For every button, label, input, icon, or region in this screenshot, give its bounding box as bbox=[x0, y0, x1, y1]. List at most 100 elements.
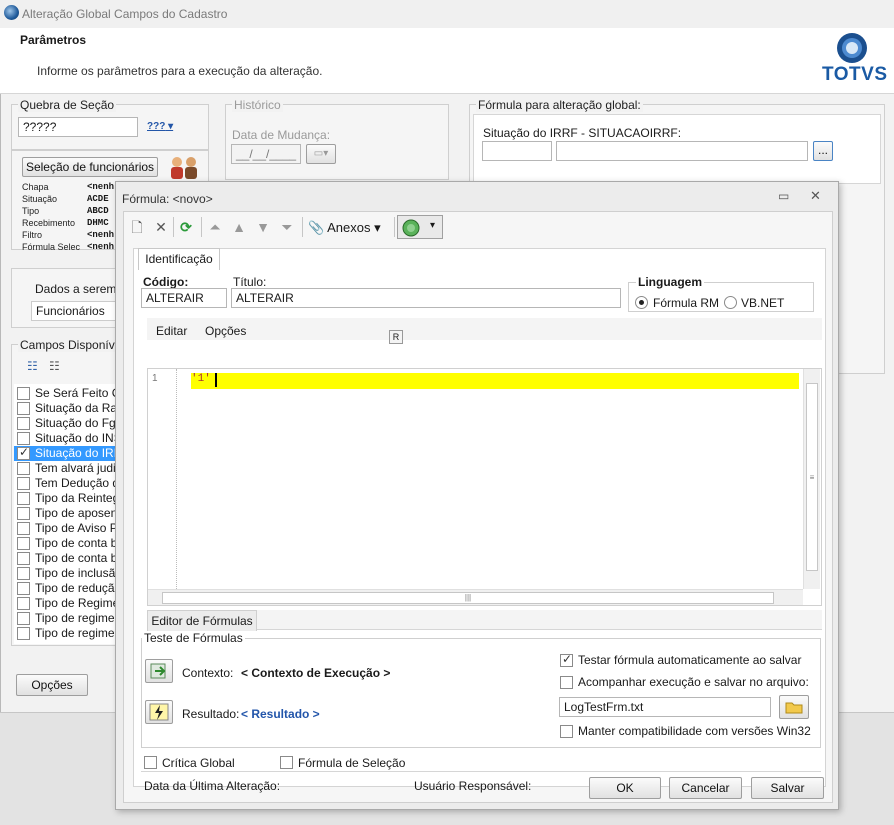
campo-list-item[interactable]: Tipo de conta ba bbox=[14, 536, 118, 551]
selecao-funcionarios-button[interactable]: Seleção de funcionários bbox=[22, 157, 158, 177]
opcoes-button[interactable]: Opções bbox=[16, 674, 88, 696]
campo-checkbox[interactable] bbox=[17, 462, 30, 475]
selecao-row-value: <nenh bbox=[87, 230, 115, 240]
code-editor[interactable]: 1 '1' ≡ ||| bbox=[147, 368, 822, 606]
campo-checkbox[interactable] bbox=[17, 417, 30, 430]
campo-list-item[interactable]: Tipo de regime pr bbox=[14, 611, 118, 626]
tab-identificacao[interactable]: Identificação bbox=[138, 248, 220, 270]
ok-button[interactable]: OK bbox=[589, 777, 661, 799]
quebra-input[interactable]: ????? bbox=[18, 117, 138, 137]
uncheck-all-icon[interactable]: ☷ bbox=[49, 359, 60, 373]
campo-list-item[interactable]: Tem alvará judici bbox=[14, 461, 118, 476]
tab-editor-formulas[interactable]: Editor de Fórmulas bbox=[147, 610, 257, 631]
last-icon[interactable]: ⏷ bbox=[276, 216, 298, 238]
campo-list-item[interactable]: Situação do Fgts bbox=[14, 416, 118, 431]
previous-icon[interactable]: ▲ bbox=[228, 216, 250, 238]
folder-button[interactable] bbox=[779, 695, 809, 719]
calendar-dropdown-button[interactable]: ▭▾ bbox=[306, 144, 336, 164]
campo-label: Tipo de redução bbox=[35, 581, 118, 595]
vertical-scrollbar[interactable]: ≡ bbox=[803, 369, 820, 589]
campo-label: Se Será Feito Co bbox=[35, 386, 118, 400]
campo-checkbox[interactable] bbox=[17, 537, 30, 550]
anexos-button[interactable]: 📎 Anexos ▾ bbox=[308, 220, 381, 236]
campo-label: Tipo de regime pr bbox=[35, 611, 118, 625]
next-icon[interactable]: ▼ bbox=[252, 216, 274, 238]
close-icon[interactable]: ✕ bbox=[810, 188, 821, 204]
formula-browse-button[interactable]: ... bbox=[813, 141, 833, 161]
formula-field-label: Situação do IRRF - SITUACAOIRRF: bbox=[483, 126, 682, 140]
codigo-input[interactable]: ALTERAIR bbox=[141, 288, 227, 308]
campo-list-item[interactable]: Tipo de aposenta bbox=[14, 506, 118, 521]
selecao-row-value: DHMC bbox=[87, 218, 109, 228]
campo-label: Tipo de conta ba bbox=[35, 551, 118, 565]
formula-selecao-checkbox[interactable] bbox=[280, 756, 293, 769]
globe-dropdown-button[interactable]: ▾ bbox=[397, 215, 443, 239]
log-file-input[interactable]: LogTestFrm.txt bbox=[559, 697, 771, 717]
first-icon[interactable]: ⏶ bbox=[204, 216, 226, 238]
campo-checkbox[interactable] bbox=[17, 552, 30, 565]
check-all-icon[interactable]: ☷ bbox=[27, 359, 38, 373]
header-panel: Parâmetros Informe os parâmetros para a … bbox=[0, 28, 894, 94]
campo-list-item[interactable]: Tipo de Regime c bbox=[14, 596, 118, 611]
campo-checkbox[interactable] bbox=[17, 387, 30, 400]
campo-list-item[interactable]: Tipo de regime pr bbox=[14, 626, 118, 641]
menu-opcoes[interactable]: Opções bbox=[205, 324, 246, 338]
restore-icon[interactable]: ▭ bbox=[778, 189, 789, 203]
delete-icon[interactable]: ✕ bbox=[150, 216, 172, 238]
caret bbox=[215, 373, 217, 387]
radio-formula-rm[interactable] bbox=[635, 296, 648, 309]
campo-checkbox[interactable] bbox=[17, 582, 30, 595]
critica-checkbox[interactable] bbox=[144, 756, 157, 769]
campo-list-item[interactable]: Situação do IRRF bbox=[14, 446, 118, 461]
campo-list-item[interactable]: Tipo de inclusão bbox=[14, 566, 118, 581]
historico-group bbox=[225, 104, 449, 180]
campo-list-item[interactable]: Tem Dedução de bbox=[14, 476, 118, 491]
manter-checkbox[interactable] bbox=[560, 725, 573, 738]
contexto-value[interactable]: < Contexto de Execução > bbox=[241, 666, 390, 680]
campo-checkbox[interactable] bbox=[17, 507, 30, 520]
campo-checkbox[interactable] bbox=[17, 432, 30, 445]
titulo-input[interactable]: ALTERAIR bbox=[231, 288, 621, 308]
scroll-thumb[interactable]: ≡ bbox=[806, 383, 818, 571]
campo-checkbox[interactable] bbox=[17, 492, 30, 505]
campo-checkbox[interactable] bbox=[17, 612, 30, 625]
campo-list-item[interactable]: Situação da Rais bbox=[14, 401, 118, 416]
quebra-dropdown[interactable]: ??? ▾ bbox=[147, 121, 173, 132]
campo-checkbox[interactable] bbox=[17, 522, 30, 535]
campo-list-item[interactable]: Tipo de conta ba bbox=[14, 551, 118, 566]
contexto-button[interactable] bbox=[145, 659, 173, 683]
campo-checkbox[interactable] bbox=[17, 567, 30, 580]
campo-checkbox[interactable] bbox=[17, 446, 30, 460]
campo-checkbox[interactable] bbox=[17, 627, 30, 640]
users-icon bbox=[171, 157, 197, 179]
cancelar-button[interactable]: Cancelar bbox=[669, 777, 742, 799]
campo-checkbox[interactable] bbox=[17, 597, 30, 610]
campo-list-item[interactable]: Tipo de Aviso Pre bbox=[14, 521, 118, 536]
horizontal-scrollbar[interactable]: ||| bbox=[148, 589, 803, 605]
data-mudanca-input[interactable]: __/__/____ bbox=[231, 144, 301, 164]
formula-code-input[interactable] bbox=[482, 141, 552, 161]
campo-list-item[interactable]: Situação do INSS bbox=[14, 431, 118, 446]
dados-select[interactable]: Funcionários bbox=[31, 301, 121, 321]
campo-checkbox[interactable] bbox=[17, 477, 30, 490]
campo-list-item[interactable]: Tipo da Reintegra bbox=[14, 491, 118, 506]
selecao-row-label: Recebimento bbox=[22, 218, 76, 228]
campo-list-item[interactable]: Tipo de redução bbox=[14, 581, 118, 596]
refresh-icon[interactable]: ⟳ bbox=[175, 216, 197, 238]
code-text: '1' bbox=[191, 373, 211, 385]
salvar-button[interactable]: Salvar bbox=[751, 777, 824, 799]
testar-auto-checkbox[interactable] bbox=[560, 652, 573, 667]
formula-text-input[interactable] bbox=[556, 141, 808, 161]
acompanhar-checkbox[interactable] bbox=[560, 676, 573, 689]
new-icon[interactable]: 🗋 bbox=[126, 216, 148, 238]
menu-editar[interactable]: Editar bbox=[156, 324, 187, 338]
toolbar-separator bbox=[302, 217, 303, 237]
hscroll-thumb[interactable]: ||| bbox=[162, 592, 774, 604]
gutter-line bbox=[176, 369, 177, 589]
radio-vbnet[interactable] bbox=[724, 296, 737, 309]
campo-checkbox[interactable] bbox=[17, 402, 30, 415]
resultado-value[interactable]: < Resultado > bbox=[241, 707, 320, 721]
usuario-label: Usuário Responsável: bbox=[414, 779, 532, 793]
resultado-button[interactable] bbox=[145, 700, 173, 724]
campo-list-item[interactable]: Se Será Feito Co bbox=[14, 386, 118, 401]
